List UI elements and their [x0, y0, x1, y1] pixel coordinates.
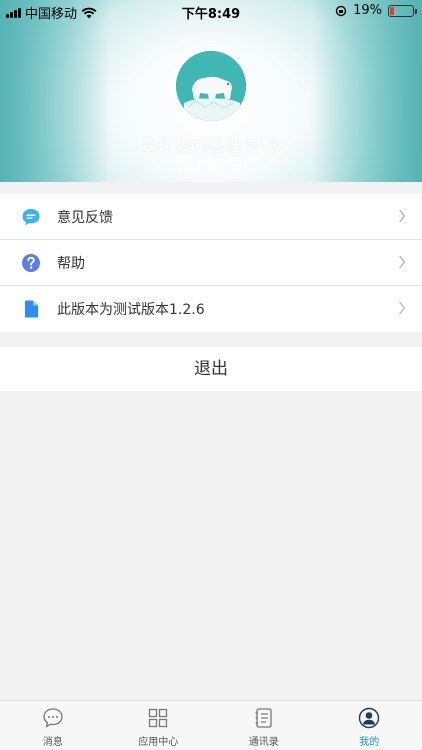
- battery-percent: 19%: [353, 3, 382, 18]
- tab-label: 应用中心: [138, 737, 179, 748]
- tab-contacts[interactable]: 通讯录: [211, 701, 317, 750]
- contacts-icon: [255, 708, 272, 728]
- menu-item-feedback[interactable]: 意见反馈: [0, 194, 422, 240]
- user-role: 集团管理员: [178, 160, 244, 175]
- tab-profile[interactable]: 我的: [317, 701, 422, 750]
- message-icon: [43, 708, 63, 728]
- chevron-right-icon: [399, 301, 406, 315]
- tab-messages[interactable]: 消息: [0, 701, 106, 750]
- help-icon: [22, 254, 40, 272]
- document-icon: [25, 300, 38, 318]
- rotation-lock-icon: [335, 5, 347, 16]
- menu-item-label: 意见反馈: [57, 210, 113, 226]
- logout-button[interactable]: 退出: [0, 347, 422, 391]
- status-bar: 中国移动 下午8:49 19%: [0, 0, 422, 22]
- battery-icon: [388, 4, 417, 17]
- status-right: 19%: [335, 3, 417, 18]
- menu-item-label: 此版本为测试版本1.2.6: [57, 302, 205, 318]
- feedback-icon: [22, 209, 40, 226]
- avatar[interactable]: [172, 47, 250, 125]
- chevron-right-icon: [399, 255, 406, 269]
- tab-bar: 消息 应用中心 通讯录 我的: [0, 700, 422, 750]
- user-name: 森松集团管理员-朱: [139, 136, 283, 156]
- tab-label: 消息: [42, 737, 63, 748]
- tab-label: 通讯录: [248, 737, 279, 748]
- tab-label: 我的: [359, 737, 380, 748]
- apps-grid-icon: [149, 708, 168, 728]
- menu-item-version[interactable]: 此版本为测试版本1.2.6: [0, 286, 422, 332]
- profile-icon: [359, 707, 380, 729]
- polar-bear-image: [176, 51, 246, 121]
- settings-menu: 意见反馈 帮助 此版本为测试版本1.2.6: [0, 194, 422, 332]
- tab-apps[interactable]: 应用中心: [106, 701, 212, 750]
- menu-item-label: 帮助: [57, 256, 85, 272]
- menu-item-help[interactable]: 帮助: [0, 240, 422, 286]
- chevron-right-icon: [399, 209, 406, 223]
